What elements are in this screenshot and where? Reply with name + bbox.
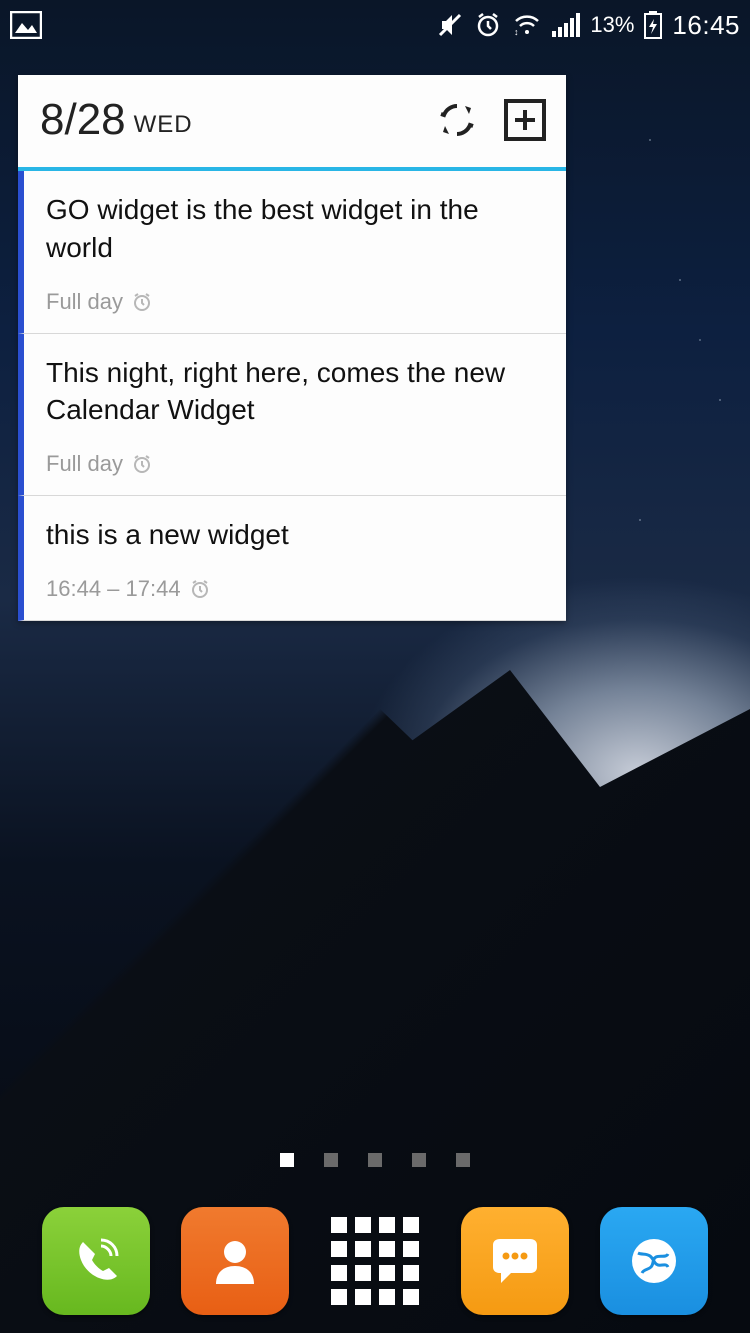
svg-text:↕: ↕ bbox=[514, 27, 519, 37]
event-subtitle: Full day bbox=[46, 289, 548, 315]
event-item[interactable]: this is a new widget 16:44 – 17:44 bbox=[18, 496, 566, 621]
widget-day: WED bbox=[134, 111, 193, 139]
page-dot[interactable] bbox=[368, 1153, 382, 1167]
reminder-icon bbox=[131, 291, 153, 313]
signal-icon bbox=[552, 13, 580, 37]
phone-app[interactable] bbox=[42, 1207, 150, 1315]
dock bbox=[0, 1207, 750, 1315]
page-dot[interactable] bbox=[324, 1153, 338, 1167]
messages-app[interactable] bbox=[461, 1207, 569, 1315]
reminder-icon bbox=[131, 453, 153, 475]
widget-header: 8/28 WED bbox=[18, 75, 566, 171]
app-drawer-button[interactable] bbox=[321, 1207, 429, 1315]
event-title: this is a new widget bbox=[46, 516, 548, 554]
event-item[interactable]: This night, right here, comes the new Ca… bbox=[18, 334, 566, 497]
phone-icon bbox=[67, 1232, 125, 1290]
clock-time: 16:45 bbox=[672, 10, 740, 41]
event-title: This night, right here, comes the new Ca… bbox=[46, 354, 548, 430]
add-button[interactable] bbox=[502, 97, 548, 143]
reminder-icon bbox=[189, 578, 211, 600]
person-icon bbox=[206, 1232, 264, 1290]
page-indicator bbox=[0, 1153, 750, 1167]
browser-app[interactable] bbox=[600, 1207, 708, 1315]
globe-icon bbox=[624, 1231, 684, 1291]
battery-percent: 13% bbox=[590, 12, 634, 38]
battery-charging-icon bbox=[644, 11, 662, 39]
event-subtitle: Full day bbox=[46, 451, 548, 477]
page-dot[interactable] bbox=[412, 1153, 426, 1167]
grid-icon bbox=[331, 1217, 419, 1305]
widget-date[interactable]: 8/28 bbox=[40, 95, 126, 145]
gallery-icon bbox=[10, 11, 42, 39]
event-subtitle: 16:44 – 17:44 bbox=[46, 576, 548, 602]
alarm-icon bbox=[474, 11, 502, 39]
event-item[interactable]: GO widget is the best widget in the worl… bbox=[18, 171, 566, 334]
page-dot[interactable] bbox=[456, 1153, 470, 1167]
refresh-button[interactable] bbox=[434, 97, 480, 143]
wifi-icon: ↕ bbox=[512, 13, 542, 37]
chat-icon bbox=[485, 1231, 545, 1291]
calendar-widget[interactable]: 8/28 WED GO widget is the best widget in… bbox=[18, 75, 566, 621]
mute-icon bbox=[436, 11, 464, 39]
page-dot[interactable] bbox=[280, 1153, 294, 1167]
contacts-app[interactable] bbox=[181, 1207, 289, 1315]
event-title: GO widget is the best widget in the worl… bbox=[46, 191, 548, 267]
status-bar: ↕ 13% 16:45 bbox=[0, 0, 750, 50]
